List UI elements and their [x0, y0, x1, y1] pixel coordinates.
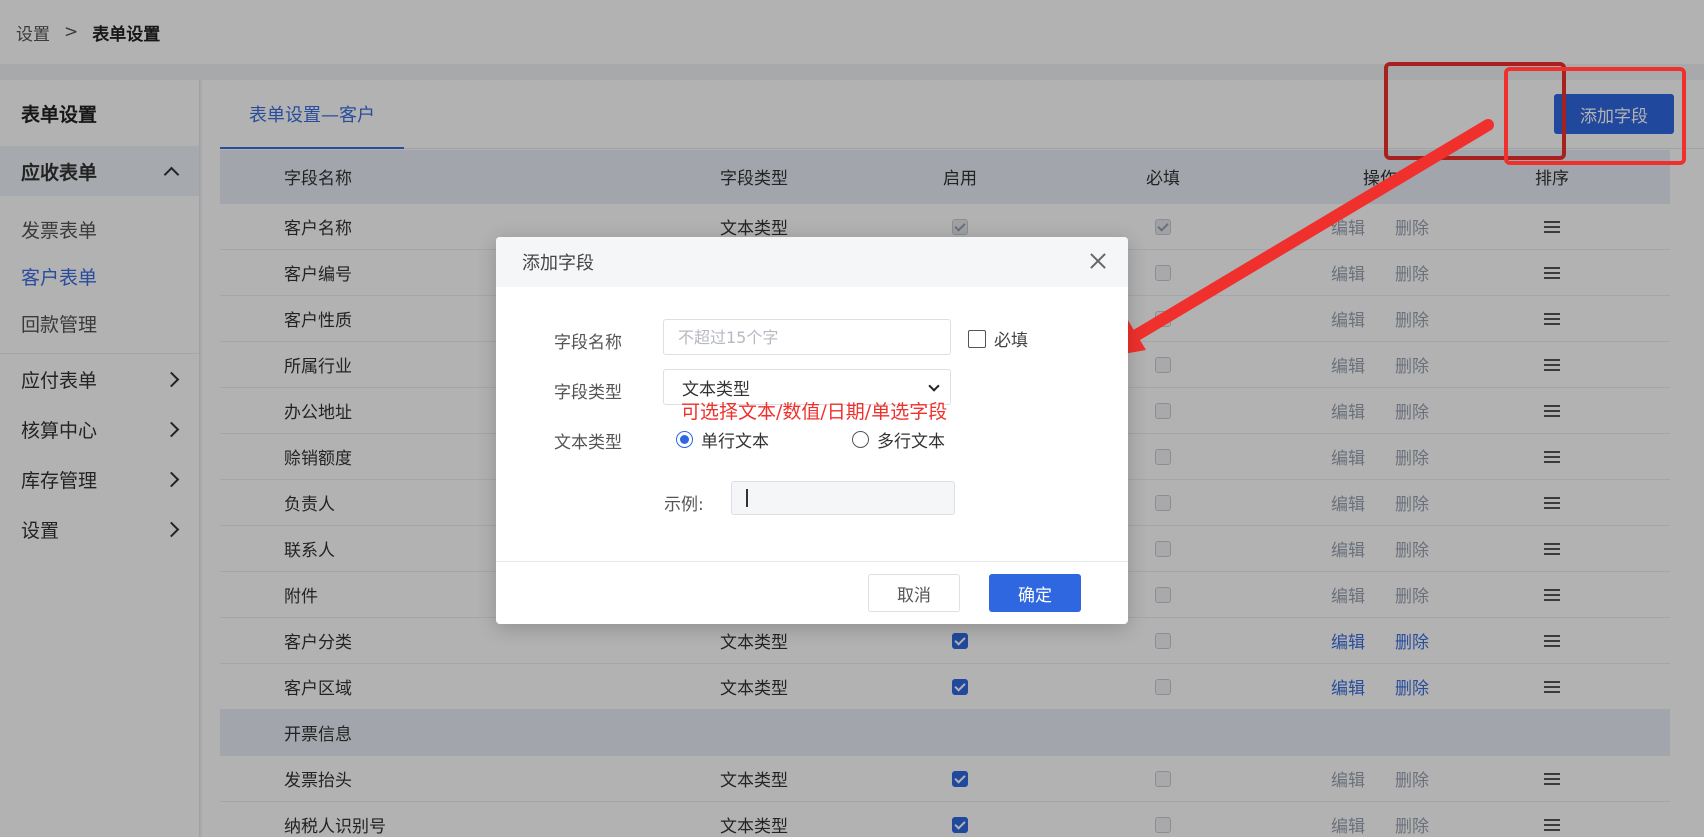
dialog-footer-divider: [496, 561, 1128, 562]
field-type-selected-value: 文本类型: [682, 379, 750, 400]
radio-single-line[interactable]: 单行文本: [676, 427, 769, 452]
checkbox-box[interactable]: [968, 329, 986, 348]
required-checkbox-label: 必填: [994, 331, 1028, 351]
required-checkbox[interactable]: 必填: [968, 326, 1028, 351]
add-field-dialog: 添加字段 字段名称 必填 字段类型 文本类型 可选择文本/数值/日期/单选字段 …: [496, 237, 1128, 624]
example-label: 示例:: [664, 495, 704, 515]
text-type-label: 文本类型: [554, 433, 622, 453]
dialog-title: 添加字段: [522, 253, 594, 274]
radio-multi-line[interactable]: 多行文本: [852, 427, 945, 452]
field-name-input[interactable]: [663, 319, 951, 355]
confirm-button[interactable]: 确定: [989, 574, 1081, 612]
annotation-highlight-box: [1504, 67, 1686, 165]
radio-single-line-label: 单行文本: [701, 432, 769, 452]
close-icon[interactable]: [1088, 251, 1108, 271]
example-preview-input[interactable]: [731, 481, 955, 515]
radio-button[interactable]: [852, 431, 869, 448]
text-caret: [746, 489, 748, 507]
radio-multi-line-label: 多行文本: [877, 432, 945, 452]
field-name-label: 字段名称: [554, 333, 622, 353]
dialog-header: 添加字段: [496, 237, 1128, 287]
field-type-label: 字段类型: [554, 383, 622, 403]
radio-button[interactable]: [676, 431, 693, 448]
cancel-button[interactable]: 取消: [868, 574, 960, 612]
annotation-hint-text: 可选择文本/数值/日期/单选字段: [681, 401, 948, 423]
chevron-down-icon: [928, 380, 940, 392]
